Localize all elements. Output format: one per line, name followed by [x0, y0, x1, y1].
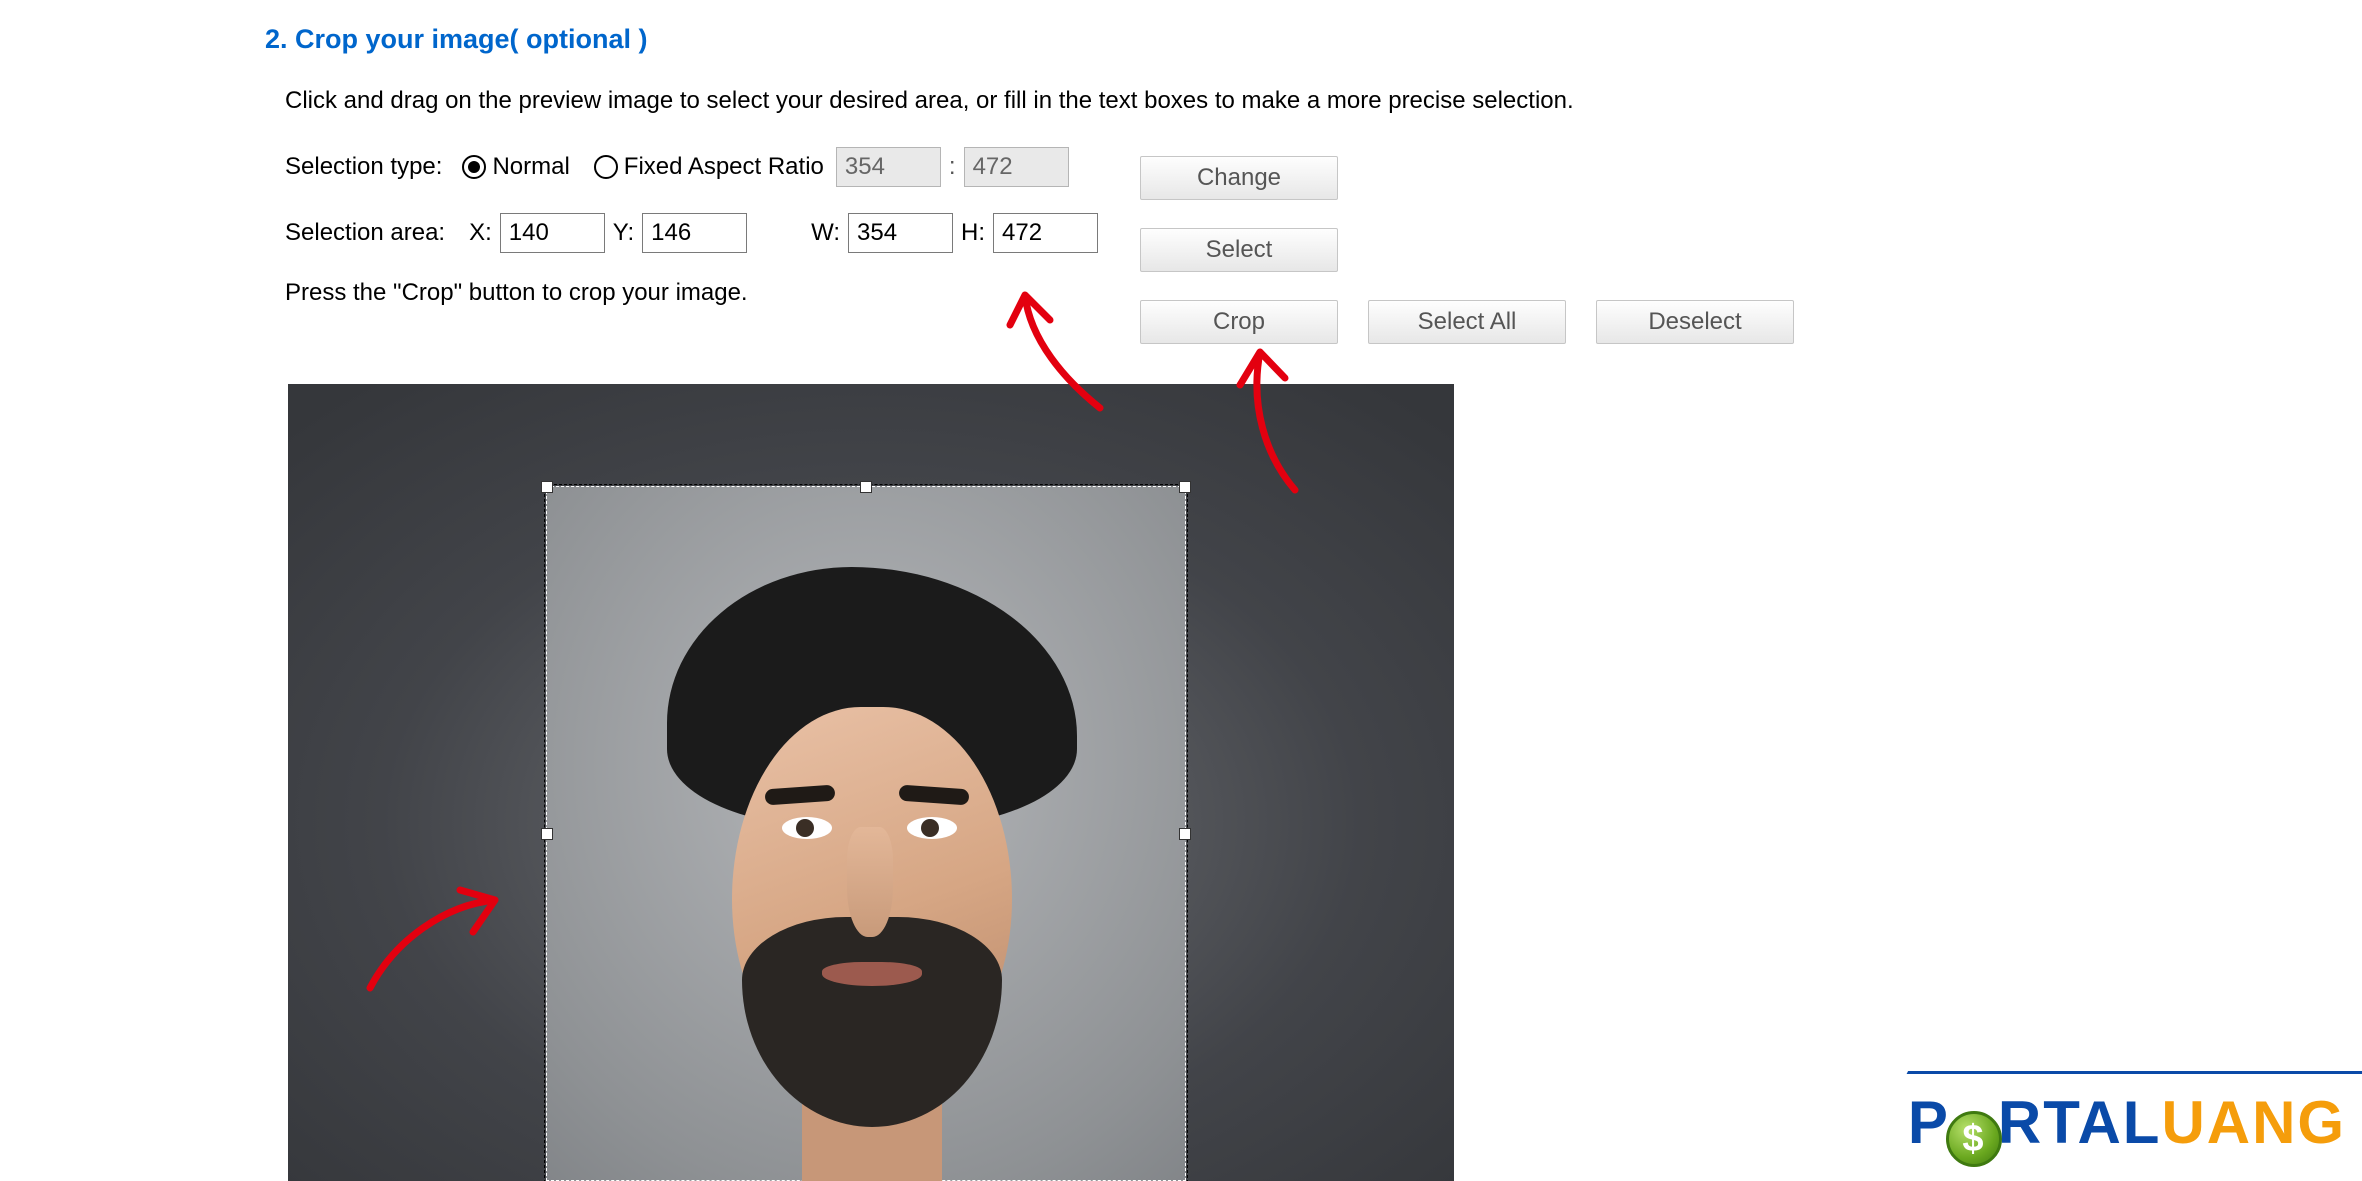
annotation-arrow-icon — [355, 870, 515, 1000]
image-preview[interactable] — [288, 384, 1454, 1181]
ratio-width-input[interactable] — [836, 147, 941, 187]
selection-type-label: Selection type: — [285, 153, 442, 181]
ratio-colon: : — [949, 153, 956, 181]
portrait-mouth — [822, 962, 922, 986]
x-input[interactable] — [500, 213, 605, 253]
portrait-beard — [742, 917, 1002, 1127]
radio-fixed-label: Fixed Aspect Ratio — [624, 153, 824, 181]
instruction-text: Click and drag on the preview image to s… — [265, 87, 2362, 115]
y-input[interactable] — [642, 213, 747, 253]
y-label: Y: — [613, 219, 634, 247]
select-button[interactable]: Select — [1140, 228, 1338, 272]
resize-handle[interactable] — [1179, 828, 1191, 840]
logo-letter: P — [1908, 1089, 1950, 1156]
portrait-eye — [782, 817, 832, 839]
resize-handle[interactable] — [541, 828, 553, 840]
w-input[interactable] — [848, 213, 953, 253]
x-label: X: — [469, 219, 492, 247]
radio-normal-label: Normal — [492, 153, 569, 181]
resize-handle[interactable] — [541, 481, 553, 493]
selection-area-label: Selection area: — [285, 219, 445, 247]
crop-selection[interactable] — [546, 486, 1186, 1181]
crop-button[interactable]: Crop — [1140, 300, 1338, 344]
portrait-eye — [907, 817, 957, 839]
h-label: H: — [961, 219, 985, 247]
annotation-arrow-icon — [985, 280, 1115, 420]
radio-fixed[interactable]: Fixed Aspect Ratio — [594, 153, 824, 181]
ratio-height-input[interactable] — [964, 147, 1069, 187]
select-all-button[interactable]: Select All — [1368, 300, 1566, 344]
radio-icon — [594, 155, 618, 179]
change-button[interactable]: Change — [1140, 156, 1338, 200]
logo-letter: RTAL — [1998, 1089, 2162, 1156]
annotation-arrow-icon — [1215, 340, 1315, 500]
section-title: 2. Crop your image( optional ) — [265, 24, 2362, 55]
logo-coin-icon: $ — [1946, 1111, 2002, 1167]
resize-handle[interactable] — [1179, 481, 1191, 493]
h-input[interactable] — [993, 213, 1098, 253]
w-label: W: — [811, 219, 840, 247]
portaluang-logo: P$RTALUANG — [1852, 1071, 2362, 1181]
deselect-button[interactable]: Deselect — [1596, 300, 1794, 344]
resize-handle[interactable] — [860, 481, 872, 493]
radio-normal[interactable]: Normal — [462, 153, 569, 181]
portrait-nose — [847, 827, 893, 937]
radio-icon — [462, 155, 486, 179]
logo-letter: UANG — [2161, 1089, 2346, 1156]
